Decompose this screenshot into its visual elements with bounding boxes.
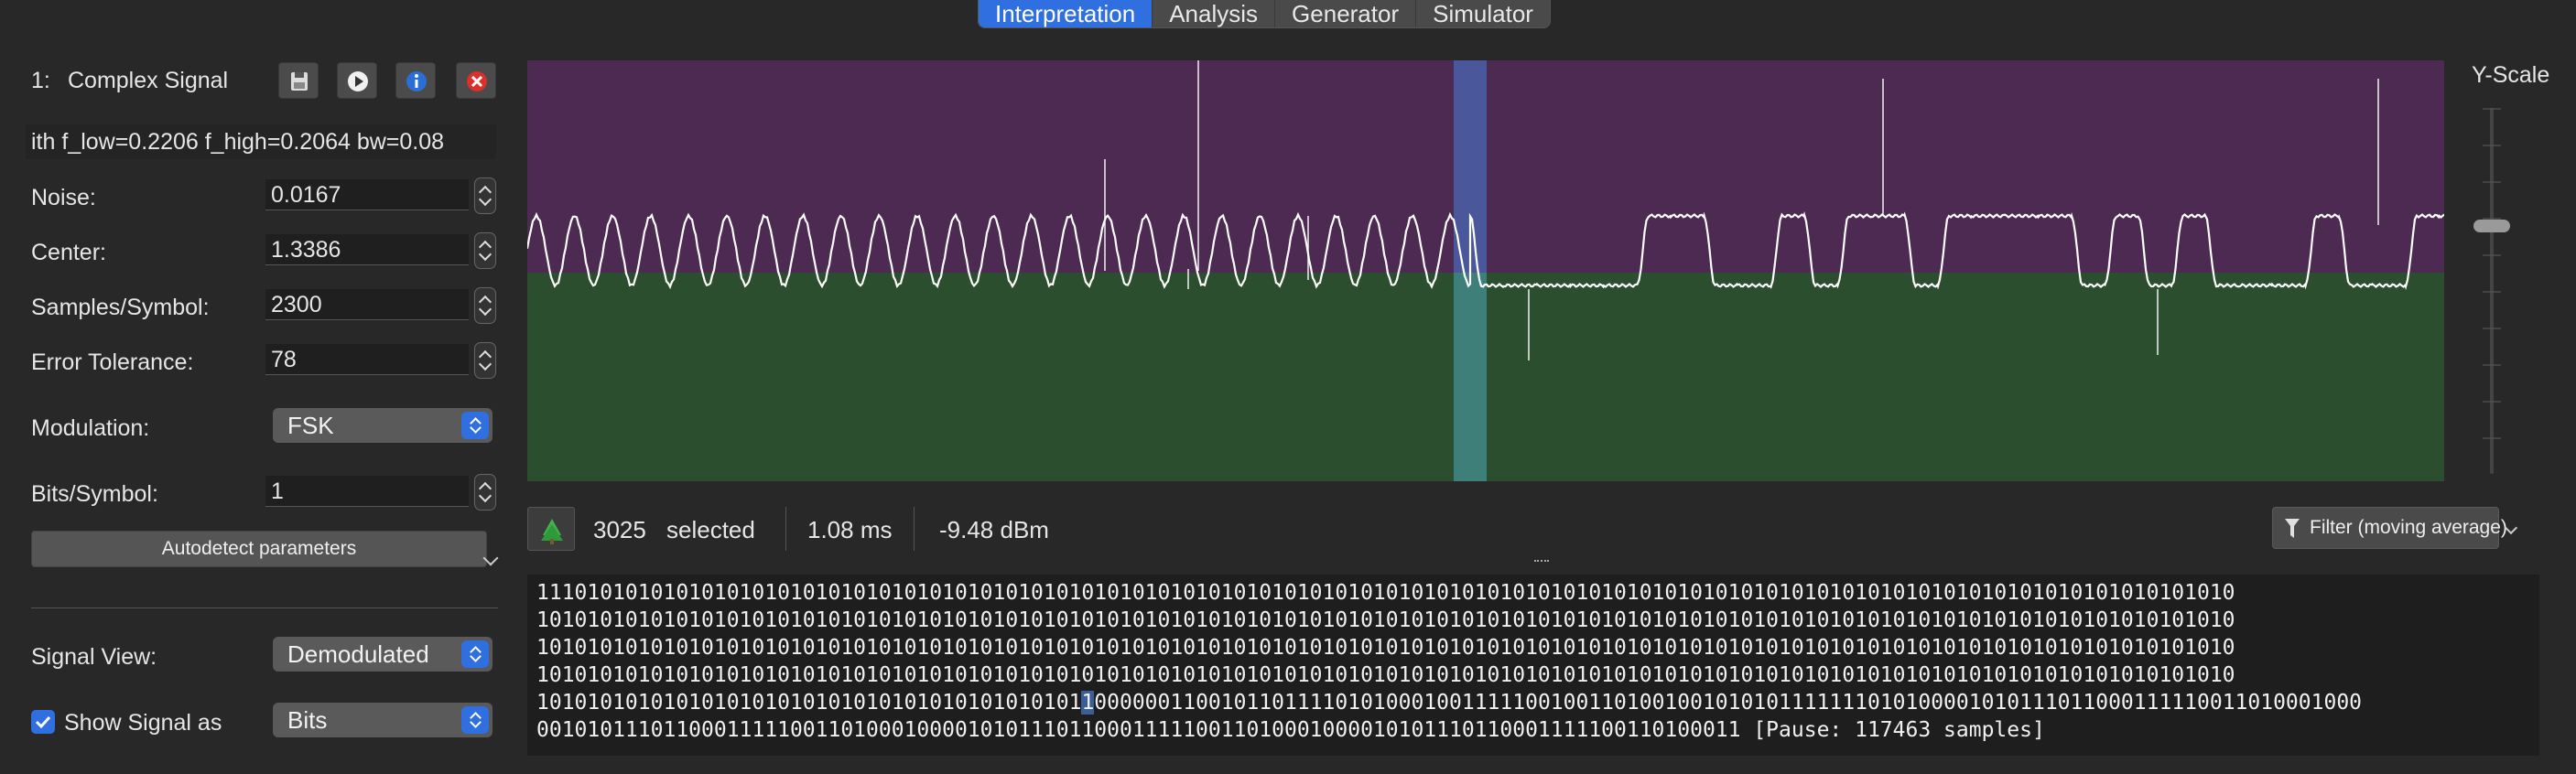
samples-per-symbol-label: Samples/Symbol: [31, 295, 210, 320]
noise-label: Noise: [31, 185, 96, 210]
y-scale-label: Y-Scale [2472, 62, 2550, 88]
bits-line: 1010101010101010101010101010101010101010… [536, 663, 2235, 687]
error-tolerance-input[interactable]: 78 [265, 344, 469, 375]
save-icon [291, 72, 308, 91]
divider [914, 507, 915, 551]
signal-plot[interactable] [527, 60, 2444, 481]
chevron-updown-icon [461, 706, 489, 734]
play-icon [348, 71, 368, 91]
selection-highlight-lower[interactable] [1454, 273, 1487, 481]
splitter-handle[interactable] [1534, 560, 1549, 565]
show-signal-as-select[interactable]: Bits [273, 703, 492, 737]
bits-per-symbol-input[interactable]: 1 [265, 476, 469, 507]
protocol-bits-view[interactable]: 1110101010101010101010101010101010101010… [527, 575, 2539, 756]
selection-power: -9.48 dBm [939, 516, 1049, 543]
center-input[interactable]: 1.3386 [265, 234, 469, 265]
bits-segment: 1010101010101010101010101010101010101010… [536, 691, 1082, 715]
chevron-updown-icon [461, 412, 489, 439]
checkmark-icon [35, 715, 51, 729]
y-scale-ticks [2483, 108, 2501, 474]
y-scale-handle[interactable] [2473, 220, 2510, 232]
show-signal-label: Show Signal as [64, 710, 222, 736]
center-stepper[interactable] [474, 232, 496, 269]
tab-bar: Interpretation Analysis Generator Simula… [978, 0, 1551, 28]
selection-color-button[interactable] [527, 507, 575, 551]
play-button[interactable] [337, 62, 377, 99]
filter-label: Filter (moving average) [2310, 517, 2507, 538]
tab-interpretation[interactable]: Interpretation [979, 0, 1153, 27]
status-bar: 3025 selected 1.08 ms -9.48 dBm Filter (… [527, 503, 2541, 554]
bits-per-symbol-label: Bits/Symbol: [31, 481, 158, 507]
samples-per-symbol-stepper[interactable] [474, 287, 496, 324]
noise-input[interactable]: 0.0167 [265, 179, 469, 210]
filter-button[interactable]: Filter (moving average) [2272, 507, 2507, 549]
bits-line: 1010101010101010101010101010101010101010… [536, 608, 2235, 632]
samples-per-symbol-input[interactable]: 2300 [265, 289, 469, 320]
bits-line: 1110101010101010101010101010101010101010… [536, 581, 2235, 605]
autodetect-button[interactable]: Autodetect parameters [31, 531, 487, 567]
error-tolerance-label: Error Tolerance: [31, 349, 194, 375]
noise-stepper[interactable] [474, 177, 496, 214]
autodetect-label: Autodetect parameters [161, 538, 357, 559]
signal-info-text[interactable]: ith f_low=0.2206 f_high=0.2064 bw=0.08 [26, 124, 496, 159]
show-signal-as-value: Bits [287, 706, 328, 734]
chevron-updown-icon [461, 640, 489, 668]
tree-icon [541, 519, 563, 544]
info-button[interactable] [395, 62, 436, 99]
tab-simulator[interactable]: Simulator [1416, 0, 1550, 27]
filter-icon [2285, 519, 2300, 538]
save-button[interactable] [278, 62, 319, 99]
bits-per-symbol-stepper[interactable] [474, 474, 496, 511]
error-tolerance-stepper[interactable] [474, 342, 496, 379]
bits-line: 0010101110110001111100110100010000101011… [536, 718, 2045, 742]
tab-generator[interactable]: Generator [1275, 0, 1417, 27]
modulation-value: FSK [287, 412, 334, 439]
center-label: Center: [31, 240, 106, 265]
tab-analysis[interactable]: Analysis [1153, 0, 1276, 27]
bits-line: 1010101010101010101010101010101010101010… [536, 636, 2235, 660]
y-scale-slider[interactable] [2473, 108, 2510, 474]
signal-view-select[interactable]: Demodulated [273, 637, 492, 672]
bits-segment: 0000001100101101111010100010011111001001… [1094, 691, 2363, 715]
info-icon [406, 71, 427, 91]
show-signal-checkbox[interactable] [31, 710, 55, 734]
modulation-select[interactable]: FSK [273, 408, 492, 443]
modulation-label: Modulation: [31, 415, 150, 441]
selected-label: selected [666, 516, 755, 543]
signal-view-label: Signal View: [31, 644, 157, 670]
selection-duration: 1.08 ms [807, 516, 893, 543]
divider [31, 607, 498, 608]
signal-name[interactable]: Complex Signal [68, 68, 228, 94]
divider [785, 507, 786, 551]
close-signal-button[interactable] [456, 62, 496, 99]
selected-bit[interactable]: 1 [1081, 691, 1095, 715]
signal-index: 1: [31, 68, 50, 93]
signal-view-value: Demodulated [287, 640, 429, 668]
bits-line: 1010101010101010101010101010101010101010… [536, 689, 2530, 716]
selected-count[interactable]: 3025 [593, 516, 646, 544]
close-icon [467, 71, 487, 91]
